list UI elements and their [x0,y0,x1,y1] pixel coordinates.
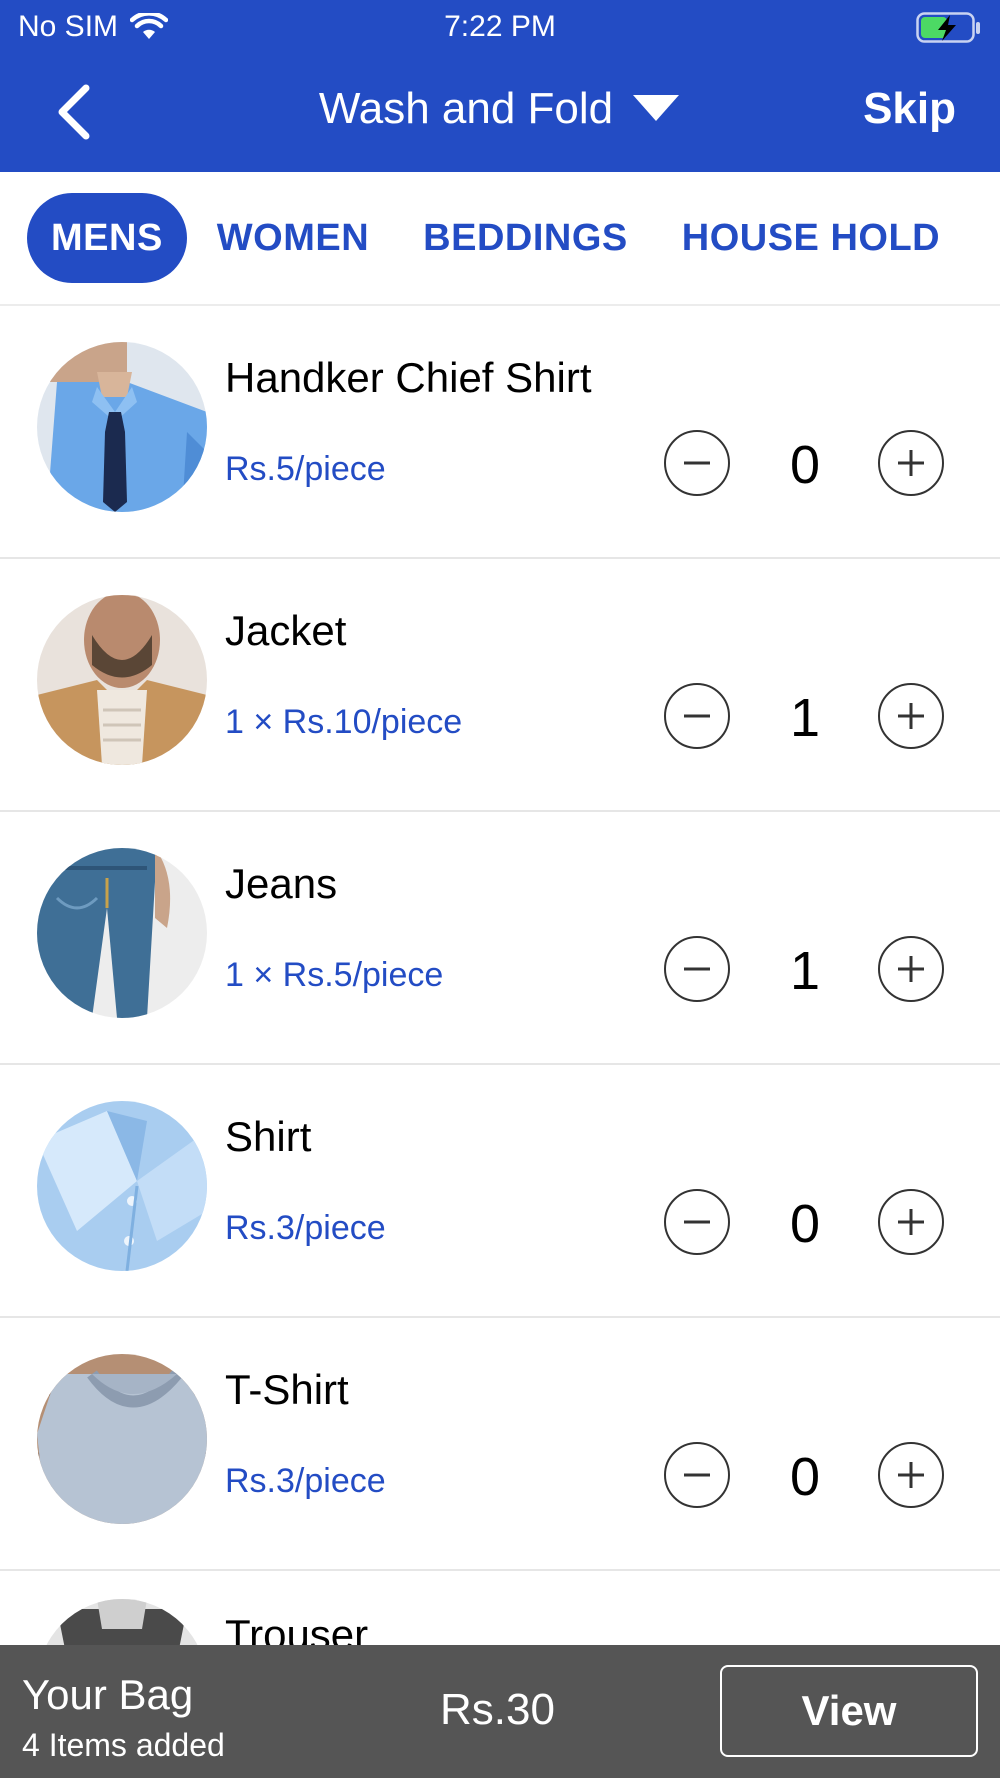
quantity-stepper: 0 [662,1440,946,1510]
plus-icon [898,703,924,729]
item-price: Rs.5/piece [225,450,386,488]
status-bar: No SIM 7:22 PM [0,0,1000,54]
item-price: Rs.3/piece [225,1462,386,1500]
plus-icon [898,956,924,982]
item-list: Handker Chief Shirt Rs.5/piece 0 Jacket … [0,306,1000,1651]
skip-button[interactable]: Skip [863,84,956,134]
quantity-value: 1 [789,688,821,748]
list-item: Shirt Rs.3/piece 0 [0,1065,1000,1318]
quantity-stepper: 1 [662,681,946,751]
list-item: T-Shirt Rs.3/piece 0 [0,1318,1000,1571]
list-item: Jeans 1 × Rs.5/piece 1 [0,812,1000,1065]
triangle-down-icon[interactable] [631,84,681,134]
quantity-stepper: 0 [662,1187,946,1257]
quantity-value: 0 [789,1447,821,1507]
item-name: T-Shirt [225,1366,349,1413]
plus-icon [898,450,924,476]
minus-icon [684,714,710,718]
tshirt-photo [37,1354,207,1524]
bag-summary-bar: Your Bag 4 Items added Rs.30 View [0,1645,1000,1778]
quantity-stepper: 1 [662,934,946,1004]
jeans-photo [37,848,207,1018]
nav-bar: Wash and Fold Skip [0,54,1000,172]
tab-mens[interactable]: MENS [27,193,187,283]
list-item: Jacket 1 × Rs.10/piece 1 [0,559,1000,812]
tab-women[interactable]: WOMEN [193,193,393,283]
plus-icon [898,1209,924,1235]
list-item: Trouser [0,1571,1000,1651]
plus-button[interactable] [878,683,944,749]
jacket-photo [37,595,207,765]
bag-total: Rs.30 [440,1685,555,1734]
minus-button[interactable] [664,430,730,496]
minus-icon [684,967,710,971]
minus-icon [684,461,710,465]
minus-button[interactable] [664,1442,730,1508]
status-time: 7:22 PM [444,10,556,43]
shirt-collar-photo [37,1101,207,1271]
plus-button[interactable] [878,1442,944,1508]
item-name: Shirt [225,1113,312,1160]
quantity-value: 1 [789,941,821,1001]
item-price: 1 × Rs.10/piece [225,703,463,741]
trouser-photo [37,1599,207,1649]
item-name: Jacket [225,607,347,654]
service-selector[interactable]: Wash and Fold [0,84,1000,134]
plus-button[interactable] [878,1189,944,1255]
minus-icon [684,1220,710,1224]
minus-button[interactable] [664,1189,730,1255]
item-name: Handker Chief Shirt [225,354,592,401]
quantity-value: 0 [789,1194,821,1254]
page-title[interactable]: Wash and Fold [319,84,613,134]
bag-title: Your Bag [22,1671,194,1718]
item-price: Rs.3/piece [225,1209,386,1247]
battery-charging-icon [916,12,982,49]
app-header: No SIM 7:22 PM Wash and Fold Skip [0,0,1000,172]
shirt-and-tie-photo [37,342,207,512]
item-price: 1 × Rs.5/piece [225,956,444,994]
plus-button[interactable] [878,430,944,496]
tab-house-hold[interactable]: HOUSE HOLD [658,193,964,283]
list-item: Handker Chief Shirt Rs.5/piece 0 [0,306,1000,559]
plus-button[interactable] [878,936,944,1002]
quantity-value: 0 [789,435,821,495]
category-tabs: MENS WOMEN BEDDINGS HOUSE HOLD [0,172,1000,306]
bag-item-count: 4 Items added [22,1727,225,1763]
view-bag-button[interactable]: View [720,1665,978,1757]
plus-icon [898,1462,924,1488]
minus-icon [684,1473,710,1477]
minus-button[interactable] [664,683,730,749]
quantity-stepper: 0 [662,428,946,498]
minus-button[interactable] [664,936,730,1002]
tab-beddings[interactable]: BEDDINGS [399,193,652,283]
item-name: Jeans [225,860,338,907]
